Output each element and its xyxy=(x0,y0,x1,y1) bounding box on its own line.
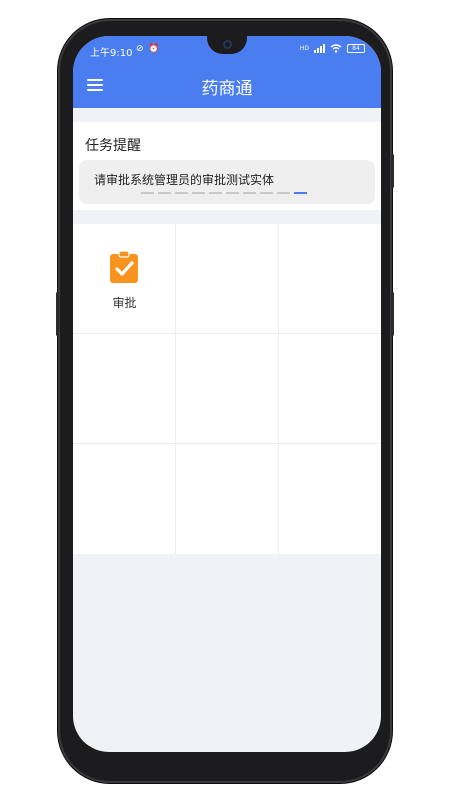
function-grid: 审批 xyxy=(73,224,381,554)
grid-cell-empty xyxy=(73,334,176,444)
task-banner[interactable]: 请审批系统管理员的审批测试实体 xyxy=(79,160,375,204)
screen: 上午9:10 ⊘ ⏰ HD 84 药商通 任务提醒 请审批系统管理员的审批测试实… xyxy=(73,36,381,752)
status-extra-icons: ⊘ ⏰ xyxy=(136,44,161,54)
grid-cell-empty xyxy=(279,224,381,334)
front-camera xyxy=(223,40,232,49)
wifi-icon xyxy=(330,44,342,53)
grid-cell-empty xyxy=(176,444,279,554)
app-header: 上午9:10 ⊘ ⏰ HD 84 药商通 xyxy=(73,36,381,108)
pagination-dot[interactable] xyxy=(192,192,205,194)
banner-pagination xyxy=(141,192,307,194)
grid-cell-empty xyxy=(279,444,381,554)
task-reminder-title: 任务提醒 xyxy=(85,138,141,154)
side-button xyxy=(56,292,59,336)
pagination-dot[interactable] xyxy=(209,192,222,194)
pagination-dot-active[interactable] xyxy=(294,192,307,194)
grid-cell-empty xyxy=(176,224,279,334)
clipboard-check-icon xyxy=(110,250,138,283)
grid-cell-empty xyxy=(279,334,381,444)
battery-level: 84 xyxy=(352,45,360,52)
task-reminder-card: 任务提醒 请审批系统管理员的审批测试实体 xyxy=(73,122,381,210)
grid-item-label: 审批 xyxy=(112,296,137,310)
pagination-dot[interactable] xyxy=(243,192,256,194)
grid-item-approve[interactable]: 审批 xyxy=(73,224,176,334)
battery-icon: 84 xyxy=(347,44,365,53)
status-right: HD 84 xyxy=(300,44,365,53)
pagination-dot[interactable] xyxy=(175,192,188,194)
pagination-dot[interactable] xyxy=(260,192,273,194)
page-title: 药商通 xyxy=(201,79,253,99)
power-button xyxy=(391,292,394,336)
status-time: 上午9:10 xyxy=(90,48,133,59)
signal-icon xyxy=(314,44,325,53)
task-message: 请审批系统管理员的审批测试实体 xyxy=(94,173,275,187)
volume-button xyxy=(391,154,394,188)
grid-cell-empty xyxy=(176,334,279,444)
pagination-dot[interactable] xyxy=(158,192,171,194)
grid-cell-empty xyxy=(73,444,176,554)
pagination-dot[interactable] xyxy=(277,192,290,194)
pagination-dot[interactable] xyxy=(226,192,239,194)
hd-label: HD xyxy=(299,45,309,52)
pagination-dot[interactable] xyxy=(141,192,154,194)
